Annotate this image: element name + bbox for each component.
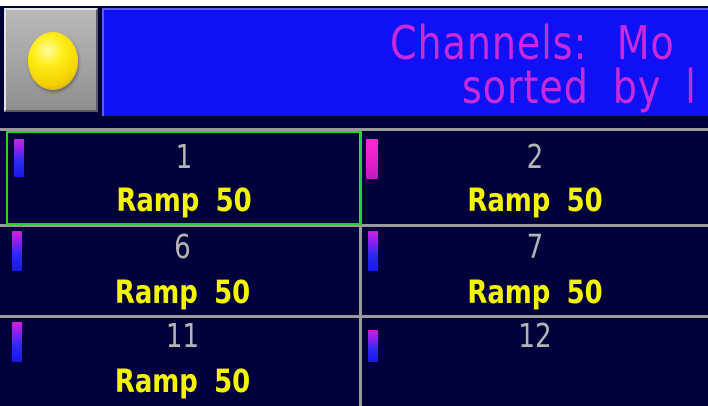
channel-grid: 1 Ramp 50 2 Ramp 50 6 Ramp 50 7 Ramp 50 …: [0, 128, 708, 406]
channel-info: Ramp 50: [114, 362, 251, 400]
channel-info: Ramp 50: [467, 273, 603, 311]
title-word: l: [685, 60, 697, 114]
title-word: sorted: [462, 60, 589, 114]
channel-cell[interactable]: 7 Ramp 50: [362, 227, 708, 315]
channel-cell[interactable]: 1 Ramp 50: [6, 131, 362, 225]
channel-number: 11: [165, 316, 200, 355]
channel-info: Ramp 50: [467, 181, 603, 219]
top-edge: [0, 0, 708, 6]
channel-cell[interactable]: 2 Ramp 50: [362, 131, 708, 224]
channel-cell[interactable]: 11 Ramp 50: [6, 318, 359, 406]
channel-number: 12: [518, 316, 552, 355]
channel-level-bar: [14, 139, 24, 177]
channel-cell[interactable]: 6 Ramp 50: [6, 227, 359, 315]
channel-screen: Channels: Mo sorted by l 1 Ramp 50 2 Ramp 5…: [0, 0, 708, 406]
channel-level-bar: [12, 231, 22, 271]
title-word: by: [612, 60, 662, 114]
channel-number: 2: [526, 137, 544, 176]
channel-number: 7: [526, 227, 544, 266]
title-bar: Channels: Mo sorted by l: [102, 8, 708, 116]
status-indicator[interactable]: [4, 8, 98, 112]
yellow-status-lamp-icon: [28, 32, 78, 90]
channel-level-bar: [12, 322, 22, 362]
channel-level-bar: [368, 330, 378, 362]
channel-number: 6: [174, 227, 191, 266]
channel-info: Ramp 50: [114, 273, 251, 311]
channel-number: 1: [175, 137, 193, 176]
channel-cell[interactable]: 12: [362, 318, 708, 406]
title-line-2: sorted by l: [462, 64, 697, 110]
channel-level-bar: [366, 139, 378, 179]
channel-level-bar: [368, 231, 378, 271]
channel-info: Ramp 50: [116, 181, 252, 219]
